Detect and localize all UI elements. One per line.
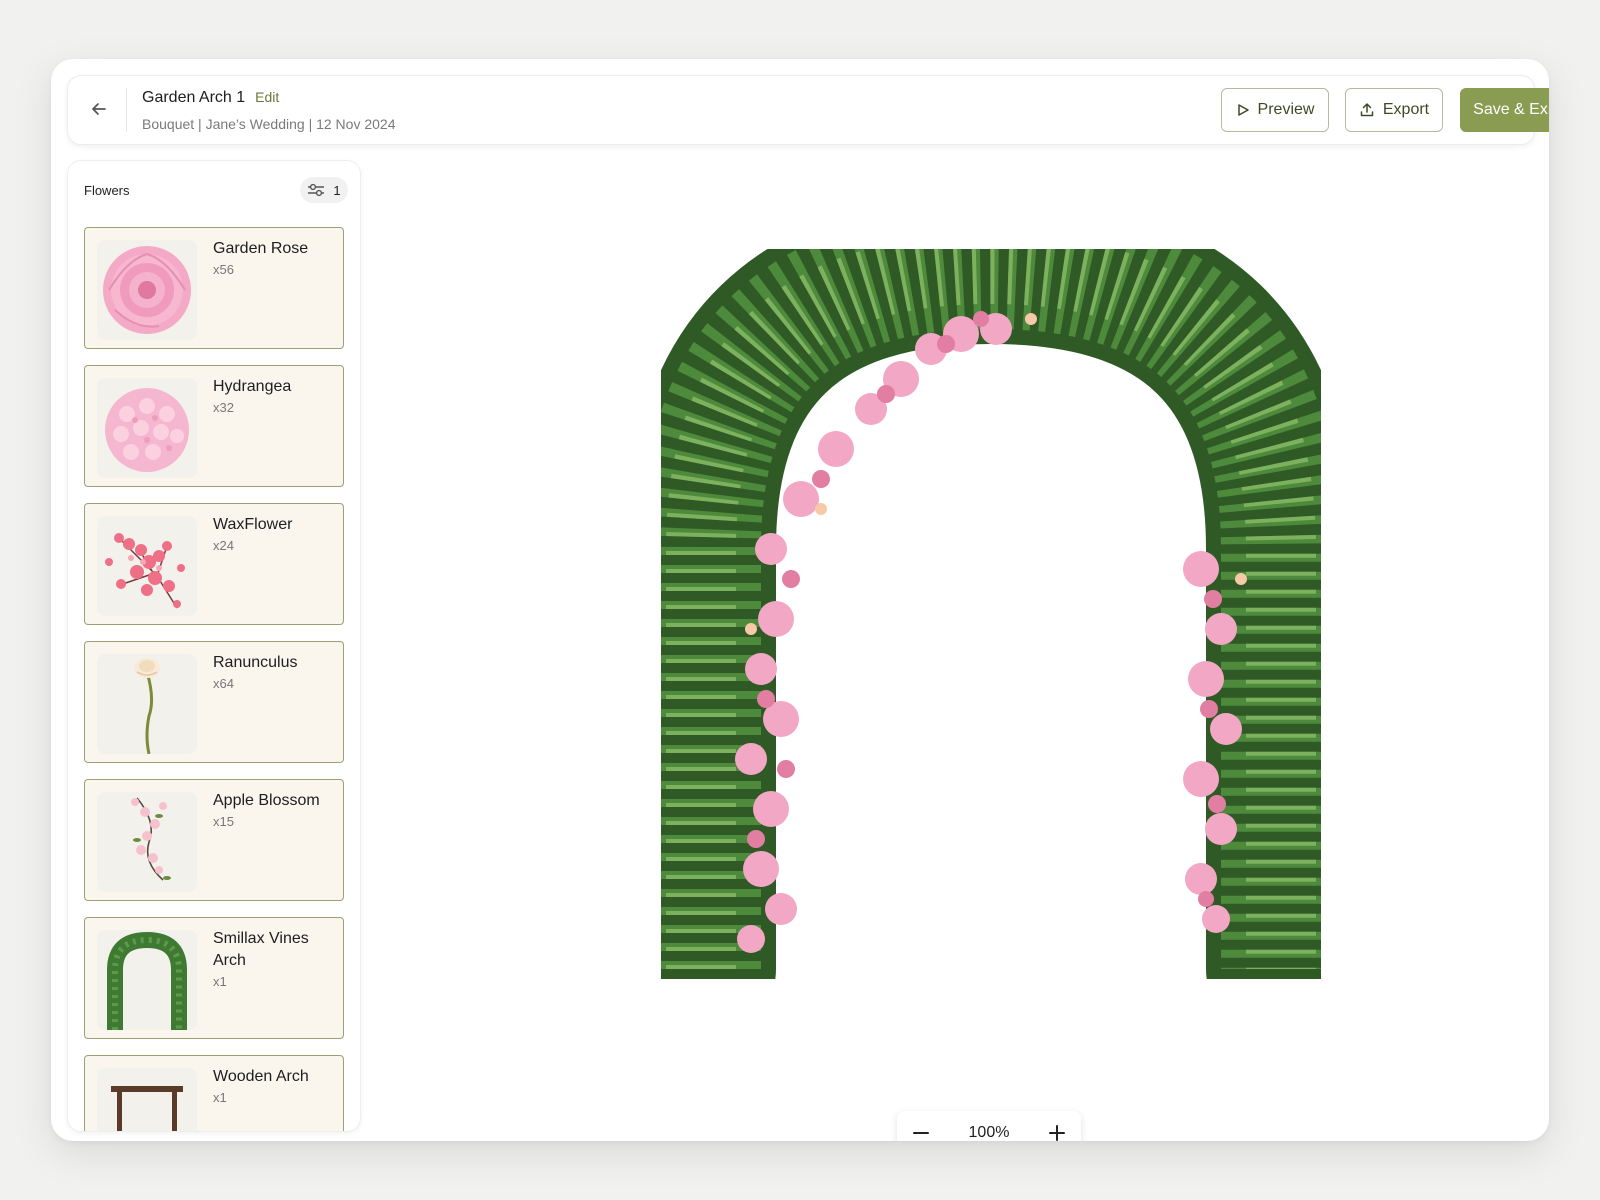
upload-icon	[1360, 103, 1374, 117]
ranunculus-thumbnail	[97, 654, 197, 754]
arrow-left-icon	[92, 103, 106, 115]
flowers-panel: Flowers 1 Garden Rose x56 Hydrangea x32 …	[67, 160, 361, 1132]
flower-name: WaxFlower	[213, 516, 293, 533]
zoom-in-button[interactable]	[1041, 1117, 1073, 1141]
wooden-arch-thumbnail	[97, 1068, 197, 1131]
flower-quantity: x15	[213, 814, 234, 829]
flower-quantity: x1	[213, 1090, 227, 1105]
flower-card-ranunculus[interactable]: Ranunculus x64	[84, 641, 344, 763]
waxflower-thumbnail	[97, 516, 197, 616]
back-button[interactable]	[84, 94, 114, 124]
flower-card-apple-blossom[interactable]: Apple Blossom x15	[84, 779, 344, 901]
flower-card-waxflower[interactable]: WaxFlower x24	[84, 503, 344, 625]
save-exit-button[interactable]: Save & Exit	[1460, 88, 1549, 132]
preview-label: Preview	[1257, 101, 1315, 118]
flower-card-hydrangea[interactable]: Hydrangea x32	[84, 365, 344, 487]
flower-name: Hydrangea	[213, 378, 292, 395]
preview-button[interactable]: Preview	[1221, 88, 1329, 132]
flower-name: Wooden Arch	[213, 1068, 309, 1085]
filter-count: 1	[333, 182, 341, 198]
play-icon	[1237, 104, 1249, 116]
zoom-out-button[interactable]	[905, 1117, 937, 1141]
flower-name: Apple Blossom	[213, 792, 320, 809]
zoom-controls: 100%	[897, 1111, 1081, 1141]
garden-rose-thumbnail	[97, 240, 197, 340]
export-button[interactable]: Export	[1345, 88, 1443, 132]
flower-card-garden-rose[interactable]: Garden Rose x56	[84, 227, 344, 349]
hydrangea-thumbnail	[97, 378, 197, 478]
zoom-level: 100%	[968, 1124, 1010, 1141]
minus-icon	[913, 1132, 929, 1134]
flower-quantity: x24	[213, 538, 234, 553]
header-divider	[126, 88, 127, 132]
sliders-icon	[308, 183, 325, 197]
plus-icon	[1049, 1125, 1065, 1141]
flower-name: Ranunculus	[213, 654, 298, 671]
flower-name: Garden Rose	[213, 240, 309, 257]
design-canvas[interactable]: 100%	[381, 159, 1531, 1141]
apple-blossom-thumbnail	[97, 792, 197, 892]
flower-quantity: x32	[213, 400, 234, 415]
flower-card-wooden-arch[interactable]: Wooden Arch x1	[84, 1055, 344, 1131]
flower-quantity: x56	[213, 262, 234, 277]
top-bar: Garden Arch 1 Edit Bouquet | Jane’s Wedd…	[67, 75, 1549, 145]
flower-name: Smillax Vines Arch	[213, 930, 309, 969]
page-subtitle: Bouquet | Jane’s Wedding | 12 Nov 2024	[142, 116, 396, 132]
smilax-arch-thumbnail	[97, 930, 197, 1030]
flower-quantity: x64	[213, 676, 234, 691]
app-window: Garden Arch 1 Edit Bouquet | Jane’s Wedd…	[51, 59, 1549, 1141]
filter-button[interactable]: 1	[300, 177, 348, 203]
export-label: Export	[1382, 101, 1430, 118]
panel-title: Flowers	[84, 183, 130, 198]
page-title: Garden Arch 1	[142, 89, 246, 106]
title-row: Garden Arch 1 Edit	[142, 89, 279, 107]
flower-quantity: x1	[213, 974, 227, 989]
flower-card-smilax-arch[interactable]: Smillax Vines Arch x1	[84, 917, 344, 1039]
edit-title-link[interactable]: Edit	[255, 89, 279, 105]
floral-arch-design[interactable]	[661, 249, 1321, 979]
